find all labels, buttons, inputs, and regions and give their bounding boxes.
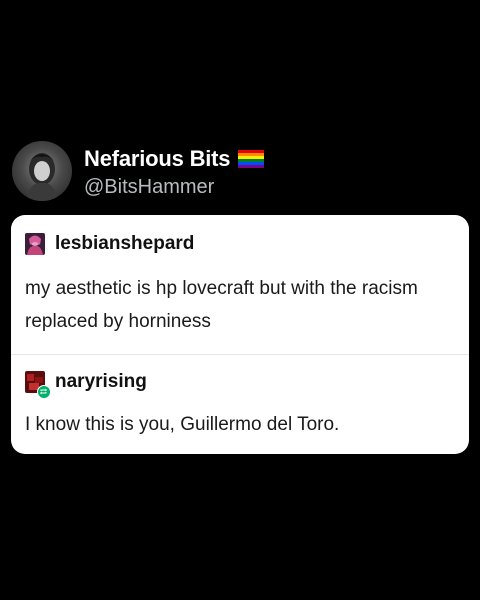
tweet-screenshot: Nefarious Bits @BitsHammer lesbianshepar… bbox=[0, 0, 480, 600]
user-avatar-icon[interactable] bbox=[25, 371, 51, 399]
screenshot-card: lesbianshepard my aesthetic is hp lovecr… bbox=[11, 215, 469, 454]
post-text: I know this is you, Guillermo del Toro. bbox=[25, 414, 340, 435]
display-name[interactable]: Nefarious Bits bbox=[84, 146, 231, 172]
post-text: my aesthetic is hp lovecraft but with th… bbox=[25, 278, 418, 332]
tweet-header: Nefarious Bits @BitsHammer bbox=[12, 141, 265, 201]
post-reply: naryrising I know this is you, Guillermo… bbox=[11, 355, 469, 454]
user-handle[interactable]: @BitsHammer bbox=[84, 176, 264, 199]
post-original: lesbianshepard my aesthetic is hp lovecr… bbox=[11, 215, 469, 355]
post-username[interactable]: lesbianshepard bbox=[55, 233, 194, 255]
post-user-row: naryrising bbox=[25, 371, 147, 399]
name-row: Nefarious Bits bbox=[84, 144, 265, 174]
reblog-icon bbox=[37, 385, 51, 399]
post-user-row: lesbianshepard bbox=[25, 233, 194, 255]
rainbow-flag-icon bbox=[238, 149, 265, 168]
user-identity: Nefarious Bits @BitsHammer bbox=[84, 144, 265, 199]
user-avatar-icon[interactable] bbox=[25, 233, 45, 255]
profile-avatar[interactable] bbox=[12, 141, 72, 201]
post-username[interactable]: naryrising bbox=[55, 371, 147, 393]
